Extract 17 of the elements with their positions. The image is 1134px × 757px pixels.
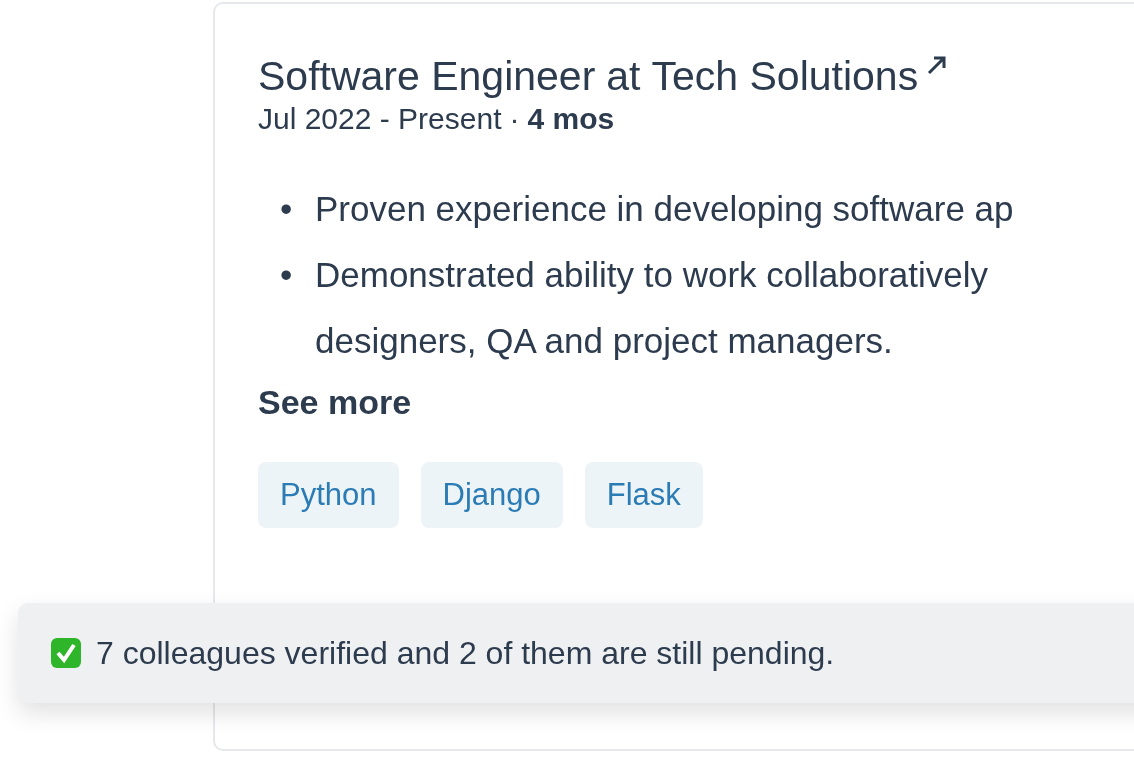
external-link-icon [926,54,949,76]
duration-text: 4 mos [527,101,615,137]
bullet-point: Proven experience in developing software ap [315,188,1014,230]
bullet-point: Demonstrated ability to work collaboratively designers, QA and project managers. [315,254,989,362]
date-range: Jul 2022 - Present [258,101,502,137]
skill-tag[interactable]: Django [420,462,563,528]
bullet-marker: • [280,188,294,230]
skill-tag[interactable]: Python [258,462,399,528]
separator-dot: · [509,101,520,137]
bullet-marker: • [280,254,294,296]
check-icon [50,637,82,669]
company-link[interactable]: Tech Solutions [651,46,919,106]
job-title: Software Engineer [258,52,596,101]
connector-text: at [606,52,641,101]
skill-tag[interactable]: Flask [584,462,703,528]
toast-message: 7 colleagues verified and 2 of them are still pending. [96,634,835,672]
see-more-link[interactable]: See more [258,380,412,424]
